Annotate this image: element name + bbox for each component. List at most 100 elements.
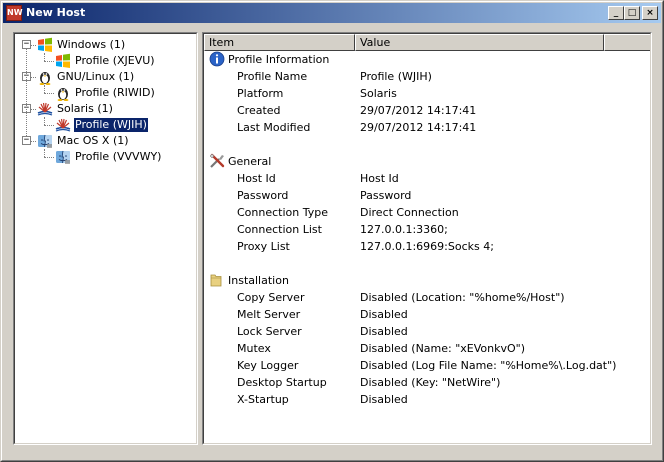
host-tree-panel[interactable]: − Windows (1) Profile (XJEVU) − GNU/Linux (1… [13,32,198,445]
tree-expander[interactable]: − [22,136,31,145]
list-item[interactable]: Copy Server Disabled (Location: "%home%/H… [204,289,650,306]
list-item[interactable]: Platform Solaris [204,85,650,102]
item-cell: Connection List [237,223,322,236]
list-group-row[interactable]: Profile Information [204,51,650,68]
title-bar[interactable]: NW New Host _ □ × [3,3,661,23]
mac-finder-icon [55,149,71,165]
item-cell: Host Id [237,172,276,185]
tree-connector [44,93,54,94]
list-group-row[interactable]: Installation [204,272,650,289]
value-cell: 127.0.0.1:3360; [360,223,448,236]
item-cell: Melt Server [237,308,301,321]
list-header: Item Value [204,34,650,51]
properties-list-panel[interactable]: Item Value Profile Information Profile Na… [202,32,652,445]
tree-node-label[interactable]: GNU/Linux (1) [56,70,135,84]
windows-logo-icon [37,37,53,53]
tree-connector [31,141,36,142]
tree-connector [44,117,45,125]
group-label: General [228,155,272,168]
info-icon [209,51,225,67]
item-cell: X-Startup [237,393,289,406]
list-item[interactable]: X-Startup Disabled [204,391,650,408]
list-item[interactable]: Profile Name Profile (WJIH) [204,68,650,85]
tools-icon [209,153,225,169]
mac-finder-icon [37,133,53,149]
list-item[interactable]: Last Modified 29/07/2012 14:17:41 [204,119,650,136]
column-header-item[interactable]: Item [204,34,355,51]
value-cell: 127.0.0.1:6969:Socks 4; [360,240,494,253]
value-cell: 29/07/2012 14:17:41 [360,104,477,117]
item-cell: Desktop Startup [237,376,327,389]
tree-connector [31,109,36,110]
group-label: Installation [228,274,289,287]
item-cell: Lock Server [237,325,302,338]
tree-connector [26,49,27,136]
list-item[interactable]: Mutex Disabled (Name: "xEVonkvO") [204,340,650,357]
column-header-value[interactable]: Value [355,34,604,51]
tree-connector [44,85,45,93]
linux-penguin-icon [55,85,71,101]
tree-expander[interactable]: − [22,40,31,49]
tree-connector [44,61,54,62]
close-button[interactable]: × [642,6,658,20]
list-item[interactable]: Lock Server Disabled [204,323,650,340]
list-item[interactable]: Connection Type Direct Connection [204,204,650,221]
value-cell: Host Id [360,172,399,185]
tree-profile-item[interactable]: Profile (WJIH) [73,117,149,133]
list-item[interactable]: Created 29/07/2012 14:17:41 [204,102,650,119]
linux-penguin-icon [37,69,53,85]
solaris-logo-icon [37,101,53,117]
list-item[interactable]: Host Id Host Id [204,170,650,187]
value-cell: Disabled (Location: "%home%/Host") [360,291,565,304]
host-tree[interactable]: − Windows (1) Profile (XJEVU) − GNU/Linux (1… [14,33,197,444]
value-cell: Disabled (Key: "NetWire") [360,376,501,389]
item-cell: Password [237,189,289,202]
list-item[interactable]: Proxy List 127.0.0.1:6969:Socks 4; [204,238,650,255]
item-cell: Created [237,104,281,117]
list-item[interactable]: Key Logger Disabled (Log File Name: "%Hom… [204,357,650,374]
item-cell: Connection Type [237,206,329,219]
tree-node-label[interactable]: Windows (1) [56,38,126,52]
tree-connector [44,149,45,157]
column-header-filler [604,34,650,51]
value-cell: Profile (WJIH) [360,70,432,83]
tree-connector [44,157,54,158]
tree-connector [31,77,36,78]
list-item[interactable]: Melt Server Disabled [204,306,650,323]
tree-connector [44,53,45,61]
item-cell: Platform [237,87,284,100]
value-cell: Disabled (Name: "xEVonkvO") [360,342,526,355]
folder-icon [209,272,225,288]
tree-node-label[interactable]: Solaris (1) [56,102,114,116]
tree-profile-item[interactable]: Profile (XJEVU) [74,54,156,68]
item-cell: Key Logger [237,359,299,372]
tree-profile-item[interactable]: Profile (RIWID) [74,86,156,100]
value-cell: 29/07/2012 14:17:41 [360,121,477,134]
tree-connector [44,125,54,126]
new-host-window: NW New Host _ □ × − Windows (1) Profile (X… [0,0,664,462]
windows-logo-icon [55,53,71,69]
list-group-row[interactable]: General [204,153,650,170]
tree-profile-item[interactable]: Profile (VVVWY) [74,150,162,164]
properties-list[interactable]: Item Value Profile Information Profile Na… [203,33,651,444]
value-cell: Disabled (Log File Name: "%Home%\.Log.da… [360,359,617,372]
list-item[interactable]: Password Password [204,187,650,204]
window-title: New Host [26,6,86,19]
item-cell: Proxy List [237,240,290,253]
list-item[interactable]: Connection List 127.0.0.1:3360; [204,221,650,238]
value-cell: Disabled [360,393,408,406]
tree-node-label[interactable]: Mac OS X (1) [56,134,130,148]
item-cell: Last Modified [237,121,311,134]
group-label: Profile Information [228,53,330,66]
value-cell: Password [360,189,412,202]
value-cell: Disabled [360,308,408,321]
minimize-button[interactable]: _ [608,6,624,20]
item-cell: Mutex [237,342,271,355]
item-cell: Copy Server [237,291,305,304]
item-cell: Profile Name [237,70,308,83]
value-cell: Disabled [360,325,408,338]
maximize-button[interactable]: □ [624,6,640,20]
solaris-logo-icon [55,117,71,133]
list-item[interactable]: Desktop Startup Disabled (Key: "NetWire") [204,374,650,391]
tree-connector [31,45,36,46]
